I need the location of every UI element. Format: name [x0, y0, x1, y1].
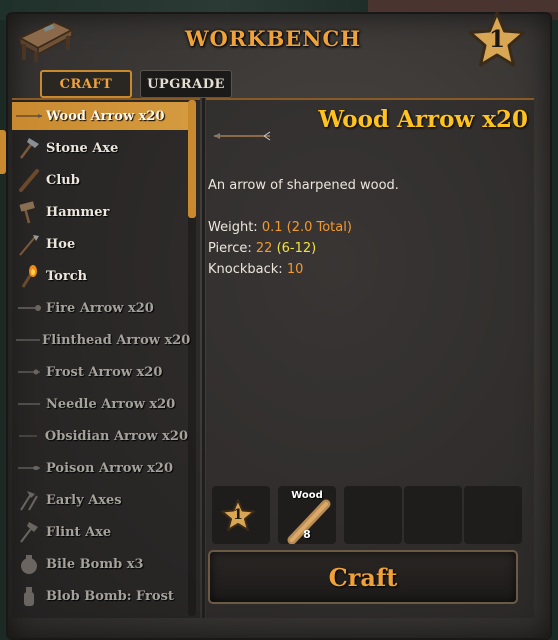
recipe-label: Flinthead Arrow x20 — [42, 332, 191, 348]
recipe-label: Bile Bomb x3 — [46, 556, 144, 572]
recipe-label: Stone Axe — [46, 140, 119, 156]
bile-bomb-icon — [12, 550, 46, 578]
stat-value: 10 — [286, 262, 304, 277]
hammer-icon — [12, 198, 46, 226]
stat-value: 22 — [255, 241, 273, 256]
stat-knockback: Knockback: 10 — [208, 262, 303, 277]
flint-axe-icon — [12, 518, 46, 546]
obsidian-arrow-icon — [12, 422, 45, 450]
recipe-item-obsidian-arrow[interactable]: Obsidian Arrow x20 — [12, 422, 188, 450]
frost-arrow-icon — [12, 358, 46, 386]
needle-arrow-icon — [12, 390, 46, 418]
station-title: WORKBENCH — [184, 26, 362, 51]
recipe-label: Early Axes — [46, 492, 122, 508]
recipe-item-flint-axe[interactable]: Flint Axe — [12, 518, 188, 546]
stat-range: (6-12) — [276, 241, 317, 256]
stat-label: Knockback: — [208, 262, 283, 277]
fire-arrow-icon — [12, 294, 46, 322]
stat-value: 0.1 (2.0 Total) — [261, 220, 352, 235]
requirement-slot-empty — [464, 486, 522, 544]
recipe-item-poison-arrow[interactable]: Poison Arrow x20 — [12, 454, 188, 482]
recipe-item-flinthead-arrow[interactable]: Flinthead Arrow x20 — [12, 326, 191, 354]
recipe-item-wood-arrow[interactable]: Wood Arrow x20 — [12, 102, 188, 130]
recipe-label: Needle Arrow x20 — [46, 396, 176, 412]
background-corner — [368, 0, 558, 12]
recipe-title: Wood Arrow x20 — [318, 106, 528, 133]
recipe-label: Hammer — [46, 204, 110, 220]
recipe-description: An arrow of sharpened wood. — [208, 178, 399, 193]
recipe-label: Blob Bomb: Frost — [46, 588, 174, 604]
recipe-label: Poison Arrow x20 — [46, 460, 174, 476]
scrollbar-thumb[interactable] — [188, 100, 196, 218]
stat-weight: Weight: 0.1 (2.0 Total) — [208, 220, 352, 235]
requirement-slot-empty — [404, 486, 462, 544]
recipe-item-blob-bomb[interactable]: Blob Bomb: Frost — [12, 582, 188, 610]
recipe-label: Wood Arrow x20 — [46, 108, 165, 124]
station-level: 1 — [488, 26, 505, 53]
recipe-item-torch[interactable]: Torch — [12, 262, 188, 290]
recipe-label: Hoe — [46, 236, 76, 252]
recipe-label: Torch — [46, 268, 88, 284]
recipe-item-bile-bomb[interactable]: Bile Bomb x3 — [12, 550, 188, 578]
craft-button[interactable]: Craft — [208, 550, 518, 604]
stat-label: Weight: — [208, 220, 258, 235]
required-level: 1 — [233, 507, 243, 523]
flinthead-arrow-icon — [12, 326, 42, 354]
early-axes-icon — [12, 486, 46, 514]
recipe-item-stone-axe[interactable]: Stone Axe — [12, 134, 188, 162]
requirement-slot-empty — [344, 486, 402, 544]
recipe-item-early-axes[interactable]: Early Axes — [12, 486, 188, 514]
recipe-label: Fire Arrow x20 — [46, 300, 154, 316]
resource-name: Wood — [291, 490, 323, 501]
stat-label: Pierce: — [208, 241, 252, 256]
recipe-label: Flint Axe — [46, 524, 112, 540]
recipe-item-hoe[interactable]: Hoe — [12, 230, 188, 258]
stat-pierce: Pierce: 22 (6-12) — [208, 241, 316, 256]
recipe-label: Club — [46, 172, 80, 188]
tab-craft[interactable]: CRAFT — [40, 70, 132, 98]
recipe-item-club[interactable]: Club — [12, 166, 188, 194]
recipe-item-needle-arrow[interactable]: Needle Arrow x20 — [12, 390, 188, 418]
recipe-label: Obsidian Arrow x20 — [44, 428, 188, 444]
recipe-label: Frost Arrow x20 — [46, 364, 163, 380]
resource-amount: 8 — [303, 528, 311, 541]
wood-arrow-icon — [12, 102, 46, 130]
left-edge-marker — [0, 130, 6, 174]
blob-bomb-icon — [12, 582, 46, 610]
recipe-item-hammer[interactable]: Hammer — [12, 198, 188, 226]
club-icon — [12, 166, 46, 194]
tab-upgrade[interactable]: UPGRADE — [140, 70, 232, 98]
torch-icon — [12, 262, 46, 290]
recipe-item-frost-arrow[interactable]: Frost Arrow x20 — [12, 358, 188, 386]
wood-arrow-icon — [214, 131, 271, 141]
poison-arrow-icon — [12, 454, 46, 482]
recipe-item-fire-arrow[interactable]: Fire Arrow x20 — [12, 294, 188, 322]
panel-divider — [202, 98, 205, 618]
stone-axe-icon — [12, 134, 46, 162]
hoe-icon — [12, 230, 46, 258]
